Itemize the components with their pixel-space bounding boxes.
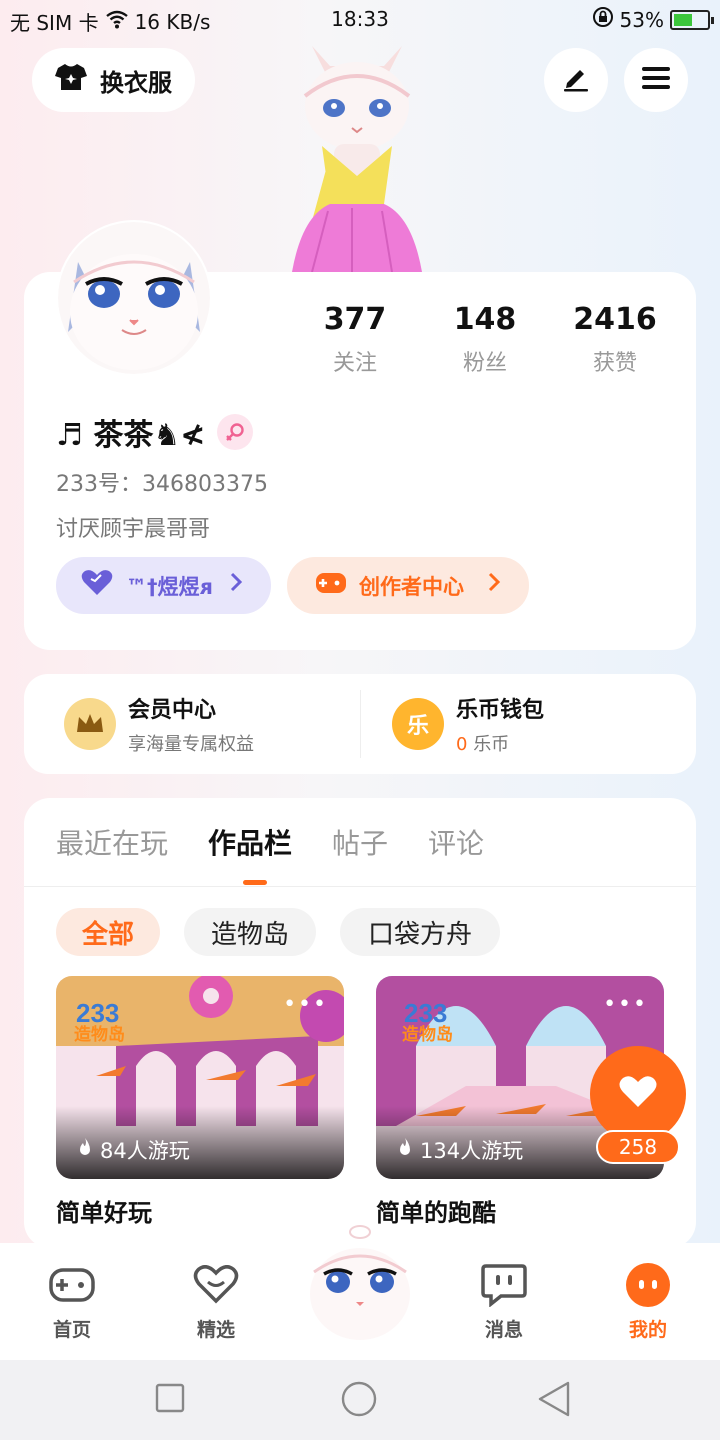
logo-zaowudao: 造物岛	[402, 1024, 453, 1045]
work-thumbnail: 233 造物岛 ••• 84人游玩	[56, 976, 344, 1179]
filter-chip-ark[interactable]: 口袋方舟	[340, 908, 500, 956]
stat-followers[interactable]: 148 粉丝	[420, 302, 550, 377]
shirt-icon	[54, 62, 88, 98]
friend-badge-button[interactable]: ™†煜煜ᴙ	[56, 557, 271, 614]
logo-zaowudao: 造物岛	[74, 1024, 125, 1045]
creator-center-button[interactable]: 创作者中心	[287, 557, 529, 614]
profile-stats: 377 关注 148 粉丝 2416 获赞	[290, 302, 680, 377]
female-icon	[217, 414, 254, 450]
coin-icon: 乐	[392, 698, 444, 750]
more-icon[interactable]: •••	[603, 992, 648, 1017]
stat-followers-label: 粉丝	[462, 351, 507, 376]
recent-apps-button[interactable]	[154, 1382, 186, 1418]
logo-233: 233	[76, 998, 119, 1028]
battery-percent: 53%	[619, 7, 664, 32]
wallet-unit: 乐币	[473, 734, 510, 755]
member-center-button[interactable]: 会员中心 享海量专属权益	[64, 674, 254, 774]
wallet-amount: 0	[456, 734, 468, 755]
wallet-button[interactable]: 乐 乐币钱包 0 乐币	[392, 674, 544, 774]
stat-likes[interactable]: 2416 获赞	[550, 302, 680, 377]
profile-icon	[624, 1261, 672, 1309]
nav-home[interactable]: 首页	[22, 1261, 122, 1342]
menu-icon	[641, 65, 671, 95]
change-outfit-button[interactable]: 换衣服	[32, 48, 195, 112]
works-card: 最近在玩 作品栏 帖子 评论 全部 造物岛 口袋方舟 233 造物岛 ••• 8…	[24, 798, 696, 1248]
member-center-title: 会员中心	[128, 698, 217, 723]
profile-tabs: 最近在玩 作品栏 帖子 评论	[56, 822, 484, 862]
work-title: 简单的跑酷	[376, 1199, 496, 1227]
gamepad-icon	[48, 1261, 96, 1309]
like-count-badge: 258	[596, 1130, 680, 1164]
play-count-text: 134人游玩	[420, 1139, 524, 1163]
change-outfit-label: 换衣服	[100, 68, 172, 97]
status-bar: 无 SIM 卡 16 KB/s 18:33 53%	[0, 0, 720, 38]
flame-icon	[396, 1137, 414, 1164]
nav-home-label: 首页	[52, 1319, 91, 1341]
avatar[interactable]	[58, 222, 210, 374]
back-button[interactable]	[536, 1380, 572, 1422]
nickname: ♬ 茶茶♞≮	[56, 418, 206, 453]
chat-icon	[480, 1261, 528, 1309]
menu-button[interactable]	[624, 48, 688, 112]
tab-posts[interactable]: 帖子	[332, 822, 388, 862]
tab-comments[interactable]: 评论	[428, 822, 484, 862]
play-count-text: 84人游玩	[100, 1139, 190, 1163]
stat-likes-label: 获赞	[592, 351, 637, 376]
home-button[interactable]	[340, 1380, 378, 1422]
rotation-lock-icon	[592, 6, 614, 33]
avatar-figure[interactable]	[272, 36, 442, 276]
stat-following-value: 377	[323, 302, 387, 337]
battery-icon	[670, 9, 714, 30]
wallet-title: 乐币钱包	[456, 698, 545, 723]
heart-icon	[80, 569, 114, 602]
nav-messages-label: 消息	[484, 1319, 523, 1341]
tab-works[interactable]: 作品栏	[208, 822, 292, 862]
creator-center-label: 创作者中心	[359, 574, 464, 599]
play-count: 84人游玩	[76, 1135, 190, 1165]
member-center-subtitle: 享海量专属权益	[128, 734, 254, 755]
heart-icon	[618, 1075, 658, 1113]
stat-likes-value: 2416	[573, 302, 657, 337]
stat-followers-value: 148	[453, 302, 517, 337]
divider	[24, 886, 696, 887]
stat-following[interactable]: 377 关注	[290, 302, 420, 377]
like-floating-button[interactable]	[590, 1046, 686, 1142]
chevron-right-icon	[487, 571, 501, 599]
nav-me-label: 我的	[628, 1319, 667, 1341]
wallet-balance: 0 乐币	[456, 730, 544, 756]
heart-outline-icon	[192, 1261, 240, 1309]
flame-icon	[76, 1137, 94, 1164]
chevron-right-icon	[229, 571, 243, 599]
edit-profile-button[interactable]	[544, 48, 608, 112]
filter-chip-all[interactable]: 全部	[56, 908, 160, 956]
work-title: 简单好玩	[56, 1199, 152, 1227]
stat-following-label: 关注	[332, 351, 377, 376]
gamepad-icon	[315, 571, 347, 600]
pen-icon	[561, 63, 591, 97]
filter-chip-island[interactable]: 造物岛	[184, 908, 316, 956]
user-id: 233号：346803375	[56, 472, 268, 497]
system-nav-bar	[0, 1360, 720, 1440]
work-card[interactable]: 233 造物岛 ••• 84人游玩 简单好玩	[56, 976, 344, 1228]
play-count: 134人游玩	[396, 1135, 523, 1165]
tab-recent[interactable]: 最近在玩	[56, 822, 168, 862]
nav-avatar-button[interactable]	[304, 1222, 416, 1342]
nav-featured-label: 精选	[196, 1319, 235, 1341]
logo-233: 233	[404, 998, 447, 1028]
crown-icon	[64, 698, 116, 750]
vip-wallet-card: 会员中心 享海量专属权益 乐 乐币钱包 0 乐币	[24, 674, 696, 774]
user-bio: 讨厌顾宇晨哥哥	[56, 517, 211, 542]
nickname-row: ♬ 茶茶♞≮	[56, 410, 254, 454]
more-icon[interactable]: •••	[283, 992, 328, 1017]
divider	[360, 690, 361, 758]
friend-badge-label: ™†煜煜ᴙ	[126, 574, 213, 599]
nav-messages[interactable]: 消息	[454, 1261, 554, 1342]
nav-featured[interactable]: 精选	[166, 1261, 266, 1342]
nav-me[interactable]: 我的	[598, 1261, 698, 1342]
active-tab-indicator	[243, 880, 267, 885]
